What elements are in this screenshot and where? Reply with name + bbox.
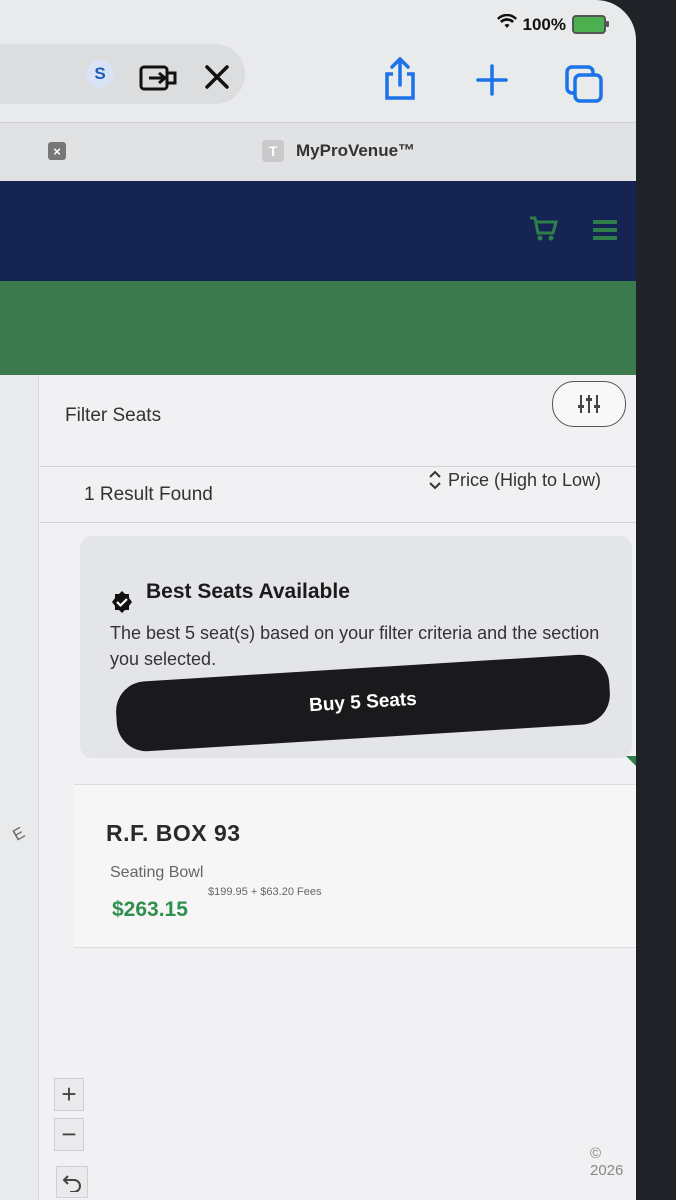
seat-section-name: R.F. BOX 93	[106, 820, 241, 846]
battery-percentage: 100%	[522, 14, 566, 34]
reset-view-button[interactable]	[56, 1166, 88, 1198]
tab-favicon: T	[262, 140, 284, 162]
divider	[40, 466, 636, 467]
zoom-out-button[interactable]: −	[54, 1118, 84, 1151]
seat-area: Seating Bowl	[110, 864, 204, 881]
close-icon[interactable]	[200, 60, 234, 94]
new-tab-icon[interactable]	[474, 62, 510, 98]
screen: 100% S × T MyProVenue™ Filter Seats 1 Re…	[0, 0, 636, 1200]
sort-dropdown[interactable]: Price (High to Low)	[428, 469, 601, 491]
battery-icon	[572, 15, 609, 34]
divider	[40, 522, 636, 523]
wifi-icon	[496, 13, 517, 35]
status-bar: 100%	[496, 13, 609, 35]
sliders-icon	[578, 395, 600, 413]
tab-close-button[interactable]: ×	[48, 142, 66, 160]
seat-fees: $199.95 + $63.20 Fees	[208, 886, 322, 898]
profile-avatar[interactable]: S	[86, 60, 114, 88]
undo-icon	[62, 1175, 81, 1192]
result-count: 1 Result Found	[84, 484, 213, 505]
zoom-in-button[interactable]: +	[54, 1078, 84, 1111]
cart-icon[interactable]	[526, 211, 560, 245]
sort-chevrons-icon	[429, 470, 441, 490]
site-header	[0, 181, 636, 281]
share-icon[interactable]	[380, 56, 420, 102]
menu-icon[interactable]	[590, 215, 620, 245]
filter-seats-label: Filter Seats	[65, 405, 162, 426]
sort-label: Price (High to Low)	[448, 469, 602, 490]
tab-title[interactable]: MyProVenue™	[296, 141, 415, 161]
filter-button[interactable]	[552, 381, 626, 427]
map-section-marker: E	[10, 824, 28, 845]
seat-price: $263.15	[112, 898, 188, 921]
tabs-overview-icon[interactable]	[562, 62, 606, 106]
extension-icon[interactable]	[138, 60, 180, 96]
copyright: © 2026	[590, 1145, 624, 1179]
section-banner	[0, 281, 636, 375]
